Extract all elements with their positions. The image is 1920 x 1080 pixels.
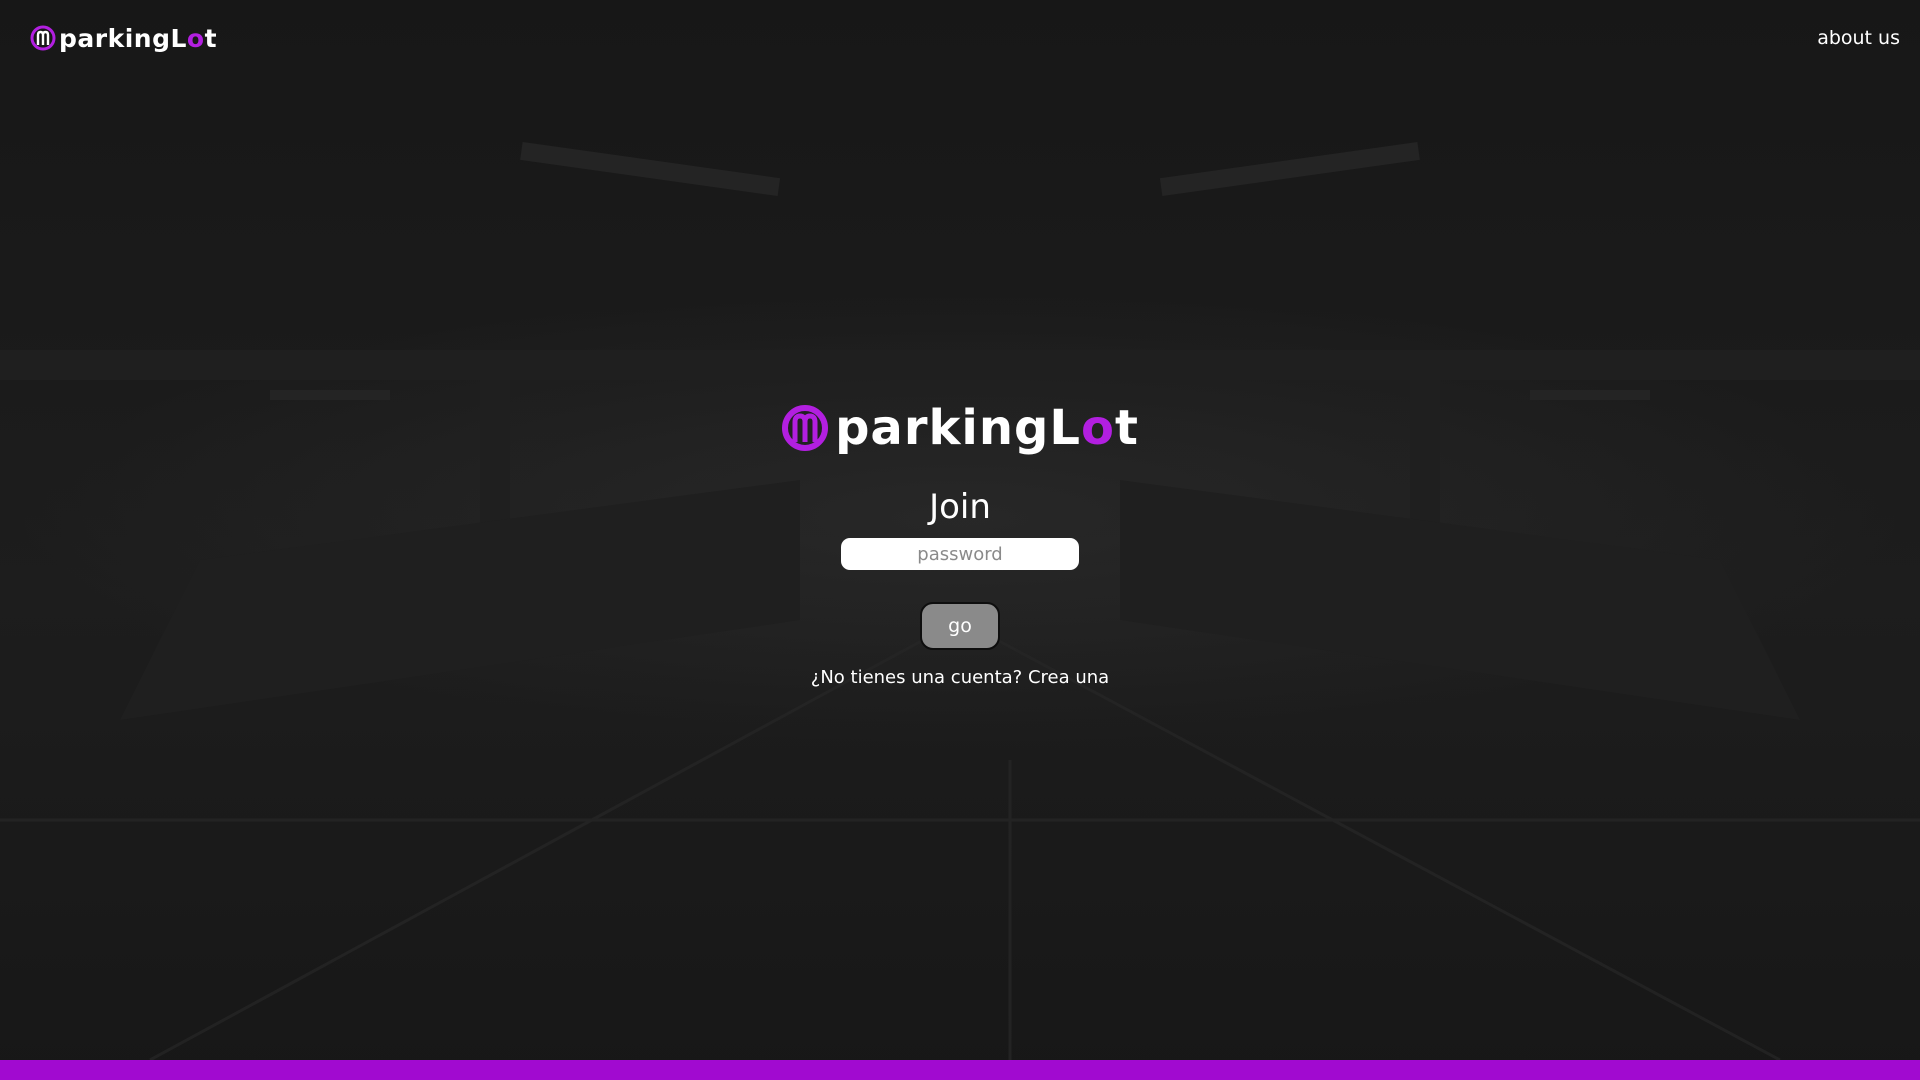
- signup-prompt: ¿No tienes una cuenta? Crea una: [811, 667, 1109, 688]
- about-us-link[interactable]: about us: [1817, 27, 1900, 49]
- page-title: Join: [929, 487, 991, 527]
- footer-accent-bar: [0, 1060, 1920, 1080]
- signup-question: ¿No tienes una cuenta?: [810, 667, 1023, 688]
- main-logo: parkingLot: [781, 400, 1139, 456]
- login-page: parkingLot about us parkingLot Join go ¿…: [0, 0, 1920, 1080]
- main-logo-text: parkingLot: [835, 400, 1139, 456]
- mp-monogram-icon: [30, 25, 56, 51]
- login-form: parkingLot Join go ¿No tienes una cuenta…: [0, 400, 1920, 688]
- go-button[interactable]: go: [920, 602, 1000, 650]
- mp-monogram-icon: [782, 405, 829, 451]
- header-logo[interactable]: parkingLot: [30, 22, 217, 54]
- password-field[interactable]: [841, 538, 1079, 570]
- header-logo-text: parkingLot: [59, 23, 218, 53]
- top-bar: parkingLot about us: [0, 0, 1920, 80]
- create-account-link[interactable]: Crea una: [1028, 667, 1109, 688]
